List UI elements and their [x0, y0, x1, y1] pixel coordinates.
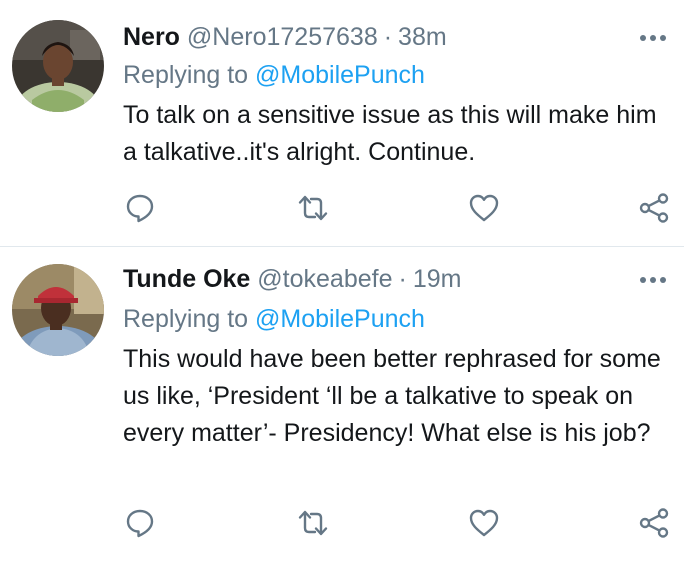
- replying-to-label: Replying to: [123, 61, 249, 89]
- replying-to-label: Replying to: [123, 305, 249, 333]
- retweet-button[interactable]: [297, 507, 329, 539]
- avatar-photo: [12, 264, 104, 356]
- retweet-icon: [298, 195, 328, 221]
- retweet-button[interactable]: [297, 192, 329, 224]
- display-name[interactable]: Nero: [123, 23, 180, 51]
- mention-link[interactable]: @MobilePunch: [255, 305, 425, 333]
- share-button[interactable]: [638, 192, 670, 224]
- action-bar: [0, 188, 684, 228]
- replying-to: Replying to @MobilePunch: [123, 58, 425, 92]
- action-bar: [0, 503, 684, 543]
- retweet-icon: [298, 510, 328, 536]
- replying-to: Replying to @MobilePunch: [123, 302, 425, 336]
- share-button[interactable]: [638, 507, 670, 539]
- tweet[interactable]: Tunde Oke @tokeabefe · 19m Replying to @Mo…: [0, 247, 684, 563]
- separator-dot: ·: [398, 265, 407, 293]
- reply-icon: [126, 194, 154, 223]
- share-icon: [639, 508, 669, 538]
- heart-icon: [469, 509, 499, 537]
- timestamp[interactable]: 19m: [413, 265, 462, 293]
- timestamp[interactable]: 38m: [398, 23, 447, 51]
- tweet-header: Tunde Oke @tokeabefe · 19m: [123, 262, 461, 296]
- display-name[interactable]: Tunde Oke: [123, 265, 250, 293]
- share-icon: [639, 193, 669, 223]
- separator-dot: ·: [383, 23, 393, 51]
- user-handle[interactable]: @Nero17257638: [187, 23, 378, 51]
- like-button[interactable]: [468, 192, 500, 224]
- avatar-photo: [12, 20, 104, 112]
- reply-button[interactable]: [124, 507, 156, 539]
- more-horizontal-icon[interactable]: [638, 32, 668, 44]
- reply-button[interactable]: [124, 192, 156, 224]
- tweet[interactable]: Nero @Nero17257638 · 38m Replying to @Mobi…: [0, 0, 684, 246]
- heart-icon: [469, 194, 499, 222]
- user-handle[interactable]: @tokeabefe: [257, 265, 392, 293]
- like-button[interactable]: [468, 507, 500, 539]
- avatar[interactable]: [12, 20, 104, 112]
- mention-link[interactable]: @MobilePunch: [255, 61, 425, 89]
- tweet-header: Nero @Nero17257638 · 38m: [123, 20, 447, 54]
- tweet-text: This would have been better rephrased fo…: [123, 345, 661, 447]
- reply-icon: [126, 509, 154, 538]
- tweet-text: To talk on a sensitive issue as this wil…: [123, 101, 657, 166]
- more-horizontal-icon[interactable]: [638, 274, 668, 286]
- avatar[interactable]: [12, 264, 104, 356]
